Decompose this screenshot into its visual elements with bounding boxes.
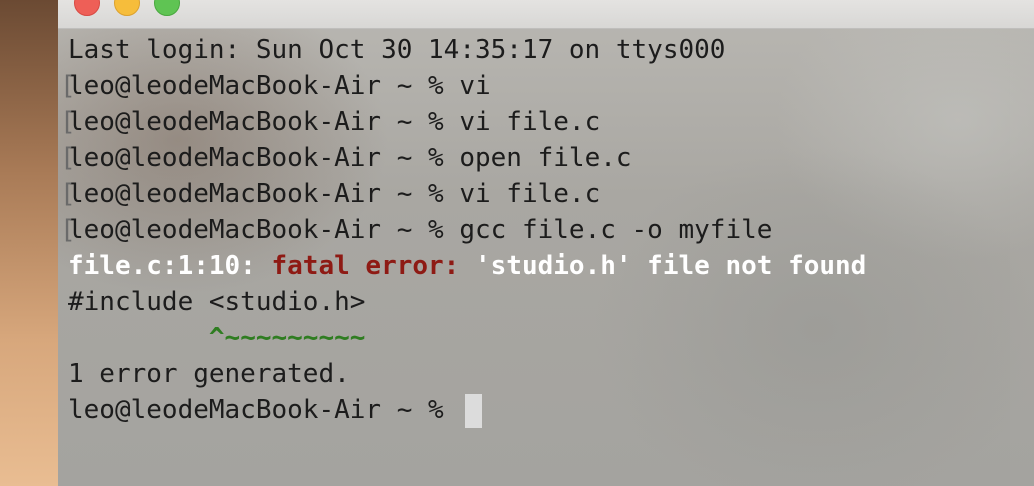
history-line: [leo@leodeMacBook-Air ~ % gcc file.c -o … [60,212,1028,248]
error-label: fatal error: [271,251,475,281]
last-login-line: Last login: Sun Oct 30 14:35:17 on ttys0… [68,35,726,65]
minimize-button[interactable] [114,0,140,16]
close-button[interactable] [74,0,100,16]
prompt: leo@leodeMacBook-Air ~ % [68,215,460,245]
history-line: [leo@leodeMacBook-Air ~ % vi [60,68,1028,104]
mark-bracket-icon: [ [60,143,76,173]
window-titlebar[interactable] [58,0,1034,29]
error-summary-line: 1 error generated. [68,359,350,389]
terminal-output[interactable]: Last login: Sun Oct 30 14:35:17 on ttys0… [60,32,1028,428]
desktop-background [0,0,58,486]
zoom-button[interactable] [154,0,180,16]
text-cursor[interactable] [465,393,483,428]
prompt: leo@leodeMacBook-Air ~ % [68,179,460,209]
history-line: [leo@leodeMacBook-Air ~ % open file.c [60,140,1028,176]
mark-bracket-icon: [ [60,107,76,137]
command: vi file.c [459,179,601,209]
prompt: leo@leodeMacBook-Air ~ % [68,143,460,173]
history-line: [leo@leodeMacBook-Air ~ % vi file.c [60,176,1028,212]
command: vi [459,71,491,101]
prompt: leo@leodeMacBook-Air ~ % [68,395,460,425]
history-line: [leo@leodeMacBook-Air ~ % vi file.c [60,104,1028,140]
error-caret-line: ^~~~~~~~~~ [68,320,1028,356]
error-source-line: #include <studio.h> [68,287,366,317]
prompt: leo@leodeMacBook-Air ~ % [68,71,460,101]
command: open file.c [459,143,632,173]
mark-bracket-icon: [ [60,215,76,245]
error-caret: ^~~~~~~~~~ [208,323,366,353]
error-line: file.c:1:10: fatal error: 'studio.h' fil… [68,248,1028,284]
command: vi file.c [459,107,601,137]
current-prompt-line[interactable]: leo@leodeMacBook-Air ~ % [68,392,1028,428]
error-location: file.c:1:10: [68,251,272,281]
mark-bracket-icon: [ [60,71,76,101]
terminal-window: Last login: Sun Oct 30 14:35:17 on ttys0… [58,0,1034,486]
caret-indent [68,323,209,353]
prompt: leo@leodeMacBook-Air ~ % [68,107,460,137]
command: gcc file.c -o myfile [459,215,773,245]
error-message: 'studio.h' file not found [475,251,867,281]
mark-bracket-icon: [ [60,179,76,209]
